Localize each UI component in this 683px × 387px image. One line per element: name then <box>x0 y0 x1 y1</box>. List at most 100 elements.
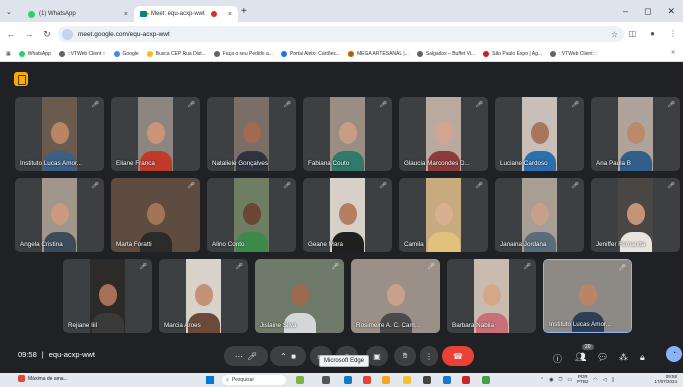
windows-start-icon[interactable] <box>206 376 214 384</box>
site-info-icon[interactable] <box>62 28 73 40</box>
taskbar-app-explorer-icon[interactable] <box>403 376 411 384</box>
leave-call-button[interactable]: ☎ <box>442 346 474 366</box>
participant-tile[interactable]: 🎤︎ Jeniffer Fernanda <box>591 178 680 252</box>
taskbar-app-widgets-icon[interactable] <box>296 376 304 384</box>
participant-face <box>482 284 501 307</box>
bookmark-item[interactable]: São Paulo Expo | Ag... <box>483 50 542 57</box>
apps-icon[interactable]: ▦ <box>6 51 11 57</box>
taskbar-app-chrome2-icon[interactable] <box>482 376 490 384</box>
taskbar-app-edge-icon[interactable] <box>344 376 352 384</box>
new-tab-button[interactable]: + <box>241 6 247 17</box>
more-mic-options-icon[interactable]: ⋯ <box>235 352 243 361</box>
taskbar-app-mail-icon[interactable] <box>423 376 431 384</box>
camera-icon[interactable]: ■ <box>291 352 296 361</box>
bookmark-item[interactable]: Portal Aleto: Cartões... <box>280 50 340 57</box>
bookmark-star-icon[interactable]: ☆ <box>611 30 618 39</box>
back-icon[interactable]: ← <box>4 29 18 39</box>
reload-icon[interactable]: ↻ <box>40 29 54 40</box>
forward-icon[interactable]: → <box>22 29 36 39</box>
tray-security-icon[interactable]: ⛉ <box>559 377 563 383</box>
participant-tile[interactable]: 🎤︎ Glaucia Marcondes D... <box>399 97 488 171</box>
participant-tile[interactable]: 🎤︎ Ana Paula B <box>591 97 680 171</box>
bookmark-item[interactable]: Faça o seu Pedido a... <box>213 50 273 57</box>
tab-meet[interactable]: Meet: equ-acxp-wwt × <box>134 6 238 22</box>
muted-mic-icon: 🎤︎ <box>379 102 387 108</box>
minimize-icon[interactable]: – <box>623 6 628 17</box>
companion-activities-icon[interactable]: ◔ <box>666 346 682 362</box>
people-icon[interactable]: 👥︎ <box>575 352 586 363</box>
muted-mic-icon: 🎤︎ <box>379 183 387 189</box>
participant-tile[interactable]: 🎤︎ Rosimeire A. C. Cam... <box>351 259 440 333</box>
participant-tile[interactable]: 🎤︎ Marcia Aroes <box>159 259 248 333</box>
profile-icon[interactable]: ● <box>650 29 655 38</box>
participant-face <box>194 284 213 307</box>
tray-overflow-icon[interactable]: ⌃ <box>540 377 544 383</box>
muted-mic-icon: 🎤︎ <box>283 183 291 189</box>
participant-tile[interactable]: 🎤︎ Fabiana Couto <box>303 97 392 171</box>
participant-tile[interactable]: 🎤︎ Instituto Lucas Amor... <box>15 97 104 171</box>
taskbar-app-taskview-icon[interactable] <box>322 376 330 384</box>
bookmark-item[interactable]: ::VTWeb Client :: <box>550 50 597 57</box>
participant-tile[interactable]: 🎤︎ Angela Cristina <box>15 178 104 252</box>
extensions-icon[interactable]: ◫ <box>629 29 637 38</box>
camera-control-button[interactable]: ⌃ ■ <box>270 346 306 366</box>
participant-tile[interactable]: 🎤︎ Janaina Jordana <box>495 178 584 252</box>
participant-name: Instituto Lucas Amor... <box>549 321 611 328</box>
taskbar-app-chrome-profile-icon[interactable] <box>382 376 390 384</box>
present-button[interactable]: ▣ <box>366 346 388 366</box>
participant-tile[interactable]: 🎤︎ Jislaine Silva <box>255 259 344 333</box>
taskbar-app-chrome-icon[interactable] <box>363 376 371 384</box>
participant-tile[interactable]: 🎤︎ Eliane Franca <box>111 97 200 171</box>
tab-whatsapp[interactable]: (1) WhatsApp × <box>22 6 134 22</box>
participant-tile[interactable]: 🎤︎ Natalieie Gonçalves <box>207 97 296 171</box>
bookmark-item[interactable]: Google <box>113 50 139 57</box>
chat-icon[interactable]: 💬︎ <box>597 352 608 363</box>
bookmarks-overflow-icon[interactable]: » <box>671 49 675 56</box>
tray-monitor-icon[interactable]: ▭ <box>567 377 572 383</box>
participant-tile[interactable]: 🎤︎ Geane Mara <box>303 178 392 252</box>
close-tab-icon[interactable]: × <box>124 11 128 18</box>
participant-tile[interactable]: 🎤︎ Barbara Nabila <box>447 259 536 333</box>
bookmark-item[interactable]: WhatsApp <box>18 50 51 57</box>
volume-icon[interactable]: ◁ <box>603 377 607 383</box>
meet-icon <box>140 11 150 17</box>
meeting-info-icon[interactable] <box>14 72 28 86</box>
microphone-icon[interactable]: 🎤︎ <box>247 352 257 361</box>
bookmark-item[interactable]: ::VTWeb Client :: <box>58 50 106 57</box>
input-language[interactable]: POR PTB2 <box>577 374 588 384</box>
activities-icon[interactable]: ⁂ <box>619 352 628 363</box>
camera-options-icon[interactable]: ⌃ <box>280 352 287 361</box>
mic-control-button[interactable]: ⋯ 🎤︎ <box>224 346 268 366</box>
participant-tile-active-speaker[interactable]: 🎤︎ Instituto Lucas Amor... <box>543 259 632 333</box>
participant-face <box>50 203 69 226</box>
raise-hand-icon: ✋︎ <box>402 351 408 360</box>
more-options-button[interactable]: ⋮ <box>420 346 438 366</box>
wifi-icon[interactable]: ◠ <box>593 377 597 383</box>
raise-hand-button[interactable]: ✋︎ <box>394 346 416 366</box>
meeting-info-button-icon[interactable]: ⓘ <box>553 352 562 365</box>
participant-face <box>242 122 261 145</box>
host-controls-icon[interactable]: 🔒︎ <box>640 352 645 363</box>
bookmark-item[interactable]: MEGA ARTESANAL |... <box>347 50 409 57</box>
restore-icon[interactable]: ◻ <box>644 6 651 17</box>
participant-tile[interactable]: 🎤︎ Marta Foratti <box>111 178 200 252</box>
participant-tile[interactable]: 🎤︎ Alino Conto <box>207 178 296 252</box>
tray-app-icon[interactable]: ◉ <box>549 377 553 383</box>
taskbar-app-excel-icon[interactable] <box>462 376 470 384</box>
close-tab-icon[interactable]: × <box>228 11 232 18</box>
menu-icon[interactable]: ⋮ <box>669 29 677 38</box>
muted-mic-icon: 🎤︎ <box>331 264 339 270</box>
taskbar-search[interactable]: ⌕ Pesquisar <box>222 375 286 385</box>
close-window-icon[interactable]: ✕ <box>667 6 675 17</box>
battery-icon[interactable]: ▯ <box>612 377 615 383</box>
participant-tile[interactable]: 🎤︎ Luciane Cardoso <box>495 97 584 171</box>
taskbar-app-store-icon[interactable] <box>443 376 451 384</box>
participant-tile[interactable]: 🎤︎ Camila <box>399 178 488 252</box>
address-bar[interactable]: meet.google.com/equ-acxp-wwt ☆ <box>58 26 624 42</box>
tab-search-icon[interactable]: ⌄ <box>6 8 12 16</box>
system-clock[interactable]: 09:58 17/07/2024 <box>654 374 677 384</box>
weather-widget[interactable]: Máxima de ama... <box>18 375 68 382</box>
participant-tile[interactable]: 🎤︎ Rejiane Iiil <box>63 259 152 333</box>
bookmark-item[interactable]: Busca CEP Rua Dist... <box>146 50 206 57</box>
bookmark-item[interactable]: Salgados – Buffet Vi... <box>416 50 475 57</box>
